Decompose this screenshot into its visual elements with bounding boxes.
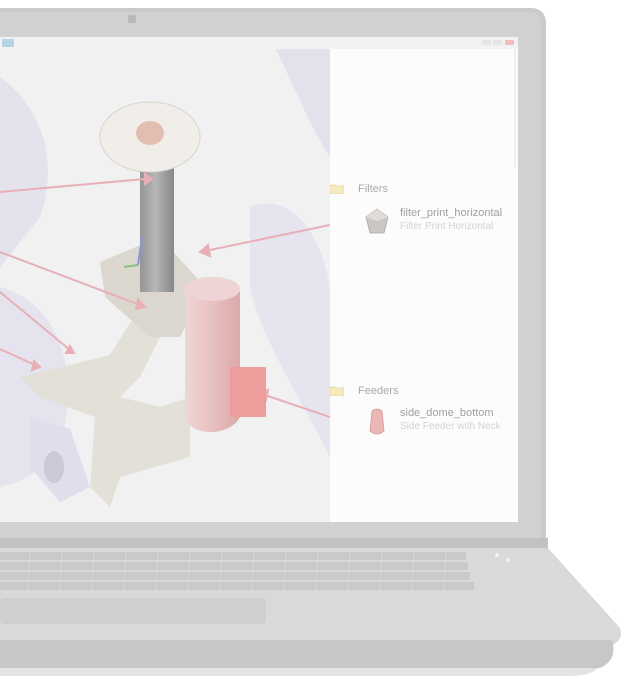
part-description: Filter Print Horizontal: [400, 221, 494, 232]
panel-scrollbar[interactable]: [514, 47, 516, 167]
3d-viewport[interactable]: [0, 37, 330, 522]
minimize-button[interactable]: [482, 40, 491, 45]
feeder-part-icon: [369, 408, 385, 435]
close-button[interactable]: [505, 40, 514, 45]
group-label: Filters: [358, 183, 388, 195]
folder-icon: [330, 386, 344, 396]
part-item-feeder[interactable]: side_dome_bottom Side Feeder with Neck: [330, 405, 518, 441]
part-name: side_dome_bottom: [400, 407, 494, 419]
part-description: Side Feeder with Neck: [400, 421, 501, 432]
group-header-filters[interactable]: Filters: [330, 181, 508, 203]
parts-panel: Filters filter_print_horizontal Filter P…: [330, 37, 518, 522]
screen: Filters filter_print_horizontal Filter P…: [0, 37, 518, 522]
part-name: filter_print_horizontal: [400, 207, 503, 219]
group-label: Feeders: [358, 385, 399, 397]
cad-model-render: [0, 37, 330, 507]
filter-part-icon: [365, 208, 389, 234]
part-item-filter[interactable]: filter_print_horizontal Filter Print Hor…: [330, 205, 518, 241]
maximize-button[interactable]: [493, 40, 502, 45]
window-titlebar: [0, 37, 518, 49]
group-header-feeders[interactable]: Feeders: [330, 383, 508, 405]
camera-icon: [128, 15, 136, 23]
folder-icon: [330, 184, 344, 194]
app-icon: [2, 39, 14, 47]
